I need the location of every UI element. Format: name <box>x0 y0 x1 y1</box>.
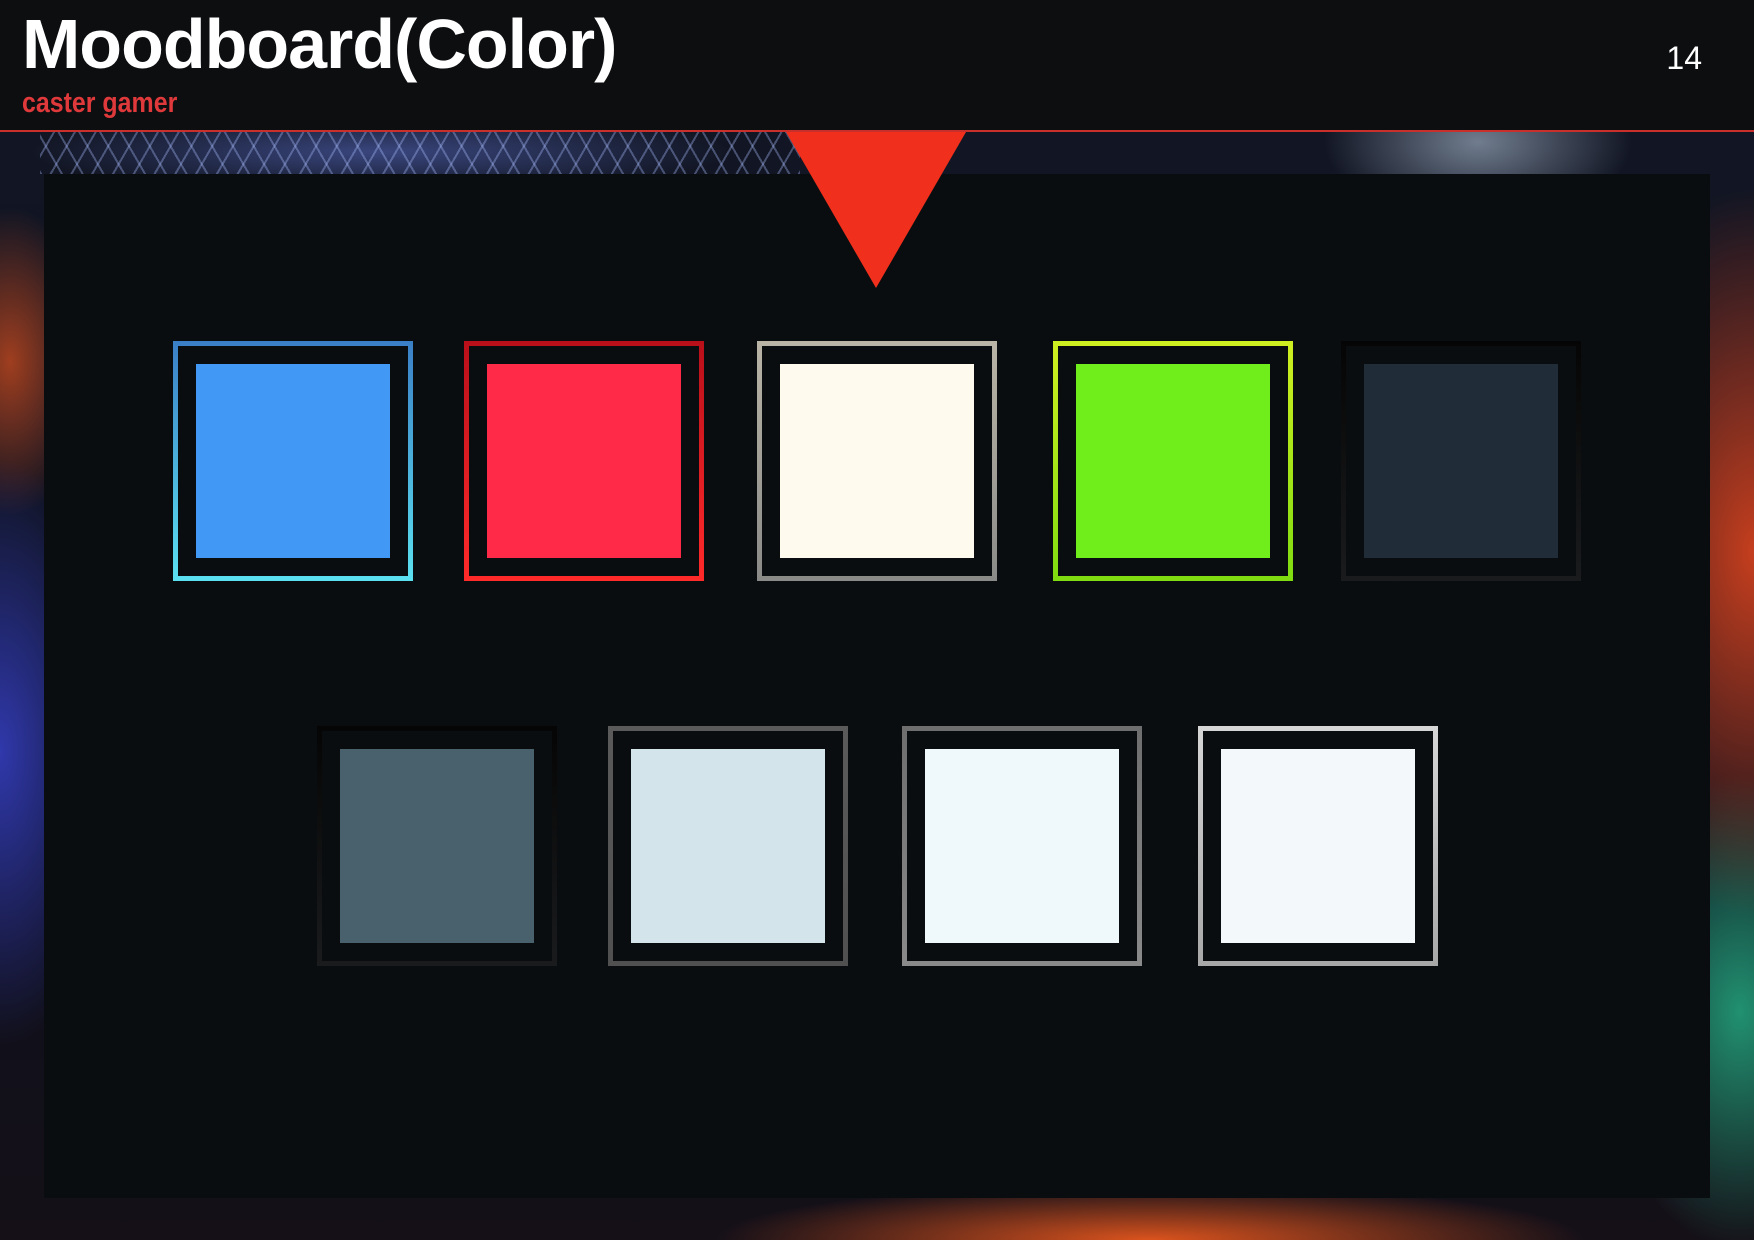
swatch-fill <box>340 749 534 943</box>
color-swatch-blue <box>173 341 413 581</box>
color-swatch-red <box>464 341 704 581</box>
color-swatch-green <box>1053 341 1293 581</box>
slide-header: Moodboard(Color) caster gamer 14 <box>0 0 1754 132</box>
page-number: 14 <box>1666 40 1702 76</box>
page-title: Moodboard(Color) <box>22 5 617 83</box>
triangle-marker-icon <box>786 132 966 288</box>
swatch-fill <box>196 364 390 558</box>
stage-truss-decoration <box>40 132 800 174</box>
color-swatch-light-blue-gray <box>608 726 848 966</box>
page-subtitle: caster gamer <box>22 87 178 119</box>
color-swatch-dark-navy <box>1341 341 1581 581</box>
swatch-fill <box>780 364 974 558</box>
swatch-fill <box>1076 364 1270 558</box>
color-swatch-cream <box>757 341 997 581</box>
swatch-fill <box>487 364 681 558</box>
color-swatch-slate <box>317 726 557 966</box>
color-swatch-ice-white <box>902 726 1142 966</box>
color-swatch-white <box>1198 726 1438 966</box>
swatch-fill <box>1364 364 1558 558</box>
swatch-fill <box>1221 749 1415 943</box>
swatch-fill <box>925 749 1119 943</box>
swatch-fill <box>631 749 825 943</box>
swatch-panel <box>44 174 1710 1198</box>
